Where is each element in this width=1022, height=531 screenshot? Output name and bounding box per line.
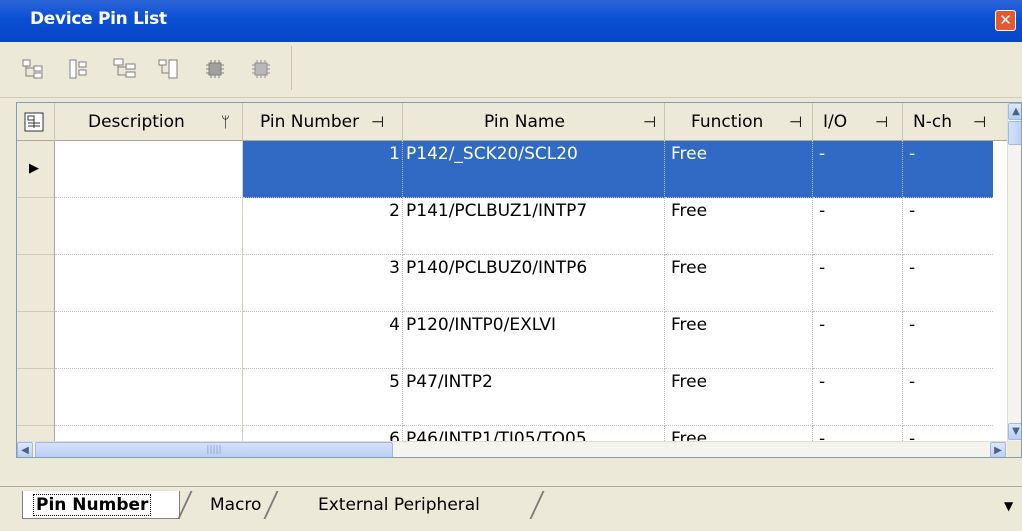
device-pin-list-window: Device Pin List ✕ Description ᛘ Pin Numb… bbox=[0, 0, 1022, 531]
close-button[interactable]: ✕ bbox=[995, 10, 1016, 31]
cell-nch[interactable]: - bbox=[903, 141, 993, 198]
cell-io[interactable]: - bbox=[813, 312, 903, 369]
cell-pin-number[interactable]: 2 bbox=[243, 198, 403, 255]
scrollbar-corner bbox=[1007, 441, 1021, 457]
pin-icon[interactable]: ⊣ bbox=[973, 103, 986, 141]
table-row[interactable]: 2 P141/PCLBUZ1/INTP7 Free - - bbox=[17, 198, 1007, 255]
pin-table: Description ᛘ Pin Number ⊣ Pin Name ⊣ Fu… bbox=[16, 102, 1022, 458]
cell-description[interactable] bbox=[55, 198, 243, 255]
header-corner[interactable] bbox=[17, 103, 55, 141]
row-selector[interactable] bbox=[17, 369, 55, 426]
pin-icon[interactable]: ⊣ bbox=[875, 103, 888, 141]
collapse-tree-icon[interactable] bbox=[66, 56, 92, 82]
cell-io[interactable]: - bbox=[813, 369, 903, 426]
cell-pin-name[interactable]: P142/_SCK20/SCL20 bbox=[403, 141, 665, 198]
cell-io[interactable]: - bbox=[813, 198, 903, 255]
cell-pin-name[interactable]: P47/INTP2 bbox=[403, 369, 665, 426]
cell-nch[interactable]: - bbox=[903, 255, 993, 312]
table-row[interactable]: 5 P47/INTP2 Free - - bbox=[17, 369, 1007, 426]
column-header-nch[interactable]: N-ch ⊣ bbox=[903, 103, 1007, 141]
current-row-arrow-icon: ▶ bbox=[29, 161, 39, 176]
cell-pin-number[interactable]: 3 bbox=[243, 255, 403, 312]
row-selector[interactable] bbox=[17, 312, 55, 369]
pin-icon[interactable]: ᛘ bbox=[221, 103, 230, 141]
cell-function[interactable]: Free bbox=[665, 141, 813, 198]
expand-all-icon[interactable] bbox=[112, 56, 138, 82]
cell-function[interactable]: Free bbox=[665, 255, 813, 312]
table-row[interactable]: ▶ 1 P142/_SCK20/SCL20 Free - - bbox=[17, 141, 1007, 198]
chip-icon[interactable] bbox=[202, 56, 228, 82]
collapse-all-icon[interactable] bbox=[156, 56, 182, 82]
cell-function[interactable]: Free bbox=[665, 198, 813, 255]
cell-function[interactable]: Free bbox=[665, 369, 813, 426]
cell-pin-name[interactable]: P140/PCLBUZ0/INTP6 bbox=[403, 255, 665, 312]
chip-disabled-icon[interactable] bbox=[248, 56, 274, 82]
scroll-right-button[interactable]: ▶ bbox=[990, 442, 1006, 457]
vertical-scroll-thumb[interactable] bbox=[1008, 121, 1021, 145]
table-row[interactable]: 3 P140/PCLBUZ0/INTP6 Free - - bbox=[17, 255, 1007, 312]
scroll-down-button[interactable]: ▼ bbox=[1008, 423, 1021, 440]
tab-pin-number[interactable]: Pin Number bbox=[22, 491, 180, 519]
cell-nch[interactable]: - bbox=[903, 198, 993, 255]
column-header-io[interactable]: I/O ⊣ bbox=[813, 103, 903, 141]
title-bar: Device Pin List ✕ bbox=[0, 0, 1022, 42]
column-header-description[interactable]: Description ᛘ bbox=[55, 103, 243, 141]
scroll-left-button[interactable]: ◀ bbox=[17, 442, 33, 457]
row-selector[interactable] bbox=[17, 198, 55, 255]
pin-icon[interactable]: ⊣ bbox=[371, 103, 384, 141]
window-title: Device Pin List bbox=[30, 9, 167, 29]
toolbar bbox=[0, 42, 1022, 98]
cell-description[interactable] bbox=[55, 369, 243, 426]
cell-description[interactable] bbox=[55, 255, 243, 312]
scroll-up-button[interactable]: ▲ bbox=[1008, 103, 1021, 120]
cell-description[interactable] bbox=[55, 141, 243, 198]
column-header-pin-number[interactable]: Pin Number ⊣ bbox=[243, 103, 403, 141]
vertical-scrollbar[interactable]: ▲ ▼ bbox=[1007, 103, 1021, 441]
cell-nch[interactable]: - bbox=[903, 369, 993, 426]
cell-io[interactable]: - bbox=[813, 141, 903, 198]
cell-pin-number[interactable]: 5 bbox=[243, 369, 403, 426]
horizontal-scrollbar[interactable]: ◀ ||||| ▶ bbox=[17, 441, 1007, 457]
table-row[interactable]: 4 P120/INTP0/EXLVI Free - - bbox=[17, 312, 1007, 369]
cell-description[interactable] bbox=[55, 312, 243, 369]
cell-pin-number[interactable]: 1 bbox=[243, 141, 403, 198]
tab-strip: Pin Number Macro External Peripheral ▼ bbox=[0, 486, 1022, 531]
horizontal-scroll-thumb[interactable]: ||||| bbox=[35, 442, 393, 457]
cell-io[interactable]: - bbox=[813, 255, 903, 312]
cell-pin-number[interactable]: 4 bbox=[243, 312, 403, 369]
pin-icon[interactable]: ⊣ bbox=[789, 103, 802, 141]
toolbar-group bbox=[16, 46, 292, 90]
row-selector[interactable] bbox=[17, 255, 55, 312]
tab-macro[interactable]: Macro bbox=[188, 491, 268, 519]
table-header: Description ᛘ Pin Number ⊣ Pin Name ⊣ Fu… bbox=[17, 103, 1007, 141]
column-header-pin-name[interactable]: Pin Name ⊣ bbox=[403, 103, 665, 141]
row-selector[interactable]: ▶ bbox=[17, 141, 55, 198]
expand-tree-icon[interactable] bbox=[20, 56, 46, 82]
cell-nch[interactable]: - bbox=[903, 312, 993, 369]
cell-function[interactable]: Free bbox=[665, 312, 813, 369]
tab-external-peripheral[interactable]: External Peripheral bbox=[296, 491, 536, 519]
cell-pin-name[interactable]: P141/PCLBUZ1/INTP7 bbox=[403, 198, 665, 255]
tab-list-dropdown-icon[interactable]: ▼ bbox=[1004, 499, 1013, 513]
pin-icon[interactable]: ⊣ bbox=[643, 103, 656, 141]
cell-pin-name[interactable]: P120/INTP0/EXLVI bbox=[403, 312, 665, 369]
column-header-function[interactable]: Function ⊣ bbox=[665, 103, 813, 141]
